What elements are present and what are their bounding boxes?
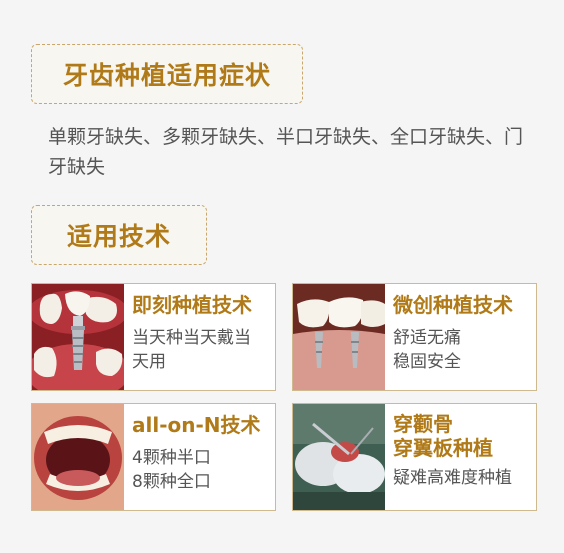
card-description: 舒适无痛 稳固安全 bbox=[393, 328, 461, 372]
card-title: 微创种植技术 bbox=[393, 293, 513, 317]
card-description: 4颗种半口 8颗种全口 bbox=[132, 448, 211, 492]
implant-model-image bbox=[32, 284, 124, 390]
technique-card-zygomatic[interactable]: 穿颧骨 穿翼板种植 疑难高难度种植 bbox=[292, 403, 537, 511]
technique-card-all-on-n[interactable]: all-on-N技术 4颗种半口 8颗种全口 bbox=[31, 403, 276, 511]
card-title: 即刻种植技术 bbox=[132, 293, 252, 317]
techniques-title: 适用技术 bbox=[31, 205, 207, 265]
technique-card-minimally-invasive[interactable]: 微创种植技术 舒适无痛 稳固安全 bbox=[292, 283, 537, 391]
card-description: 疑难高难度种植 bbox=[393, 468, 512, 488]
card-title: 穿颧骨 穿翼板种植 bbox=[393, 412, 493, 460]
symptoms-text: 单颗牙缺失、多颗牙缺失、半口牙缺失、全口牙缺失、门牙缺失 bbox=[48, 126, 524, 178]
open-mouth-image bbox=[32, 404, 124, 510]
implant-bridge-image bbox=[293, 284, 385, 390]
card-description: 当天种当天戴当 天用 bbox=[132, 328, 251, 372]
card-title: all-on-N技术 bbox=[132, 413, 261, 437]
technique-card-immediate[interactable]: 即刻种植技术 当天种当天戴当 天用 bbox=[31, 283, 276, 391]
surgery-image bbox=[293, 404, 385, 510]
symptoms-title: 牙齿种植适用症状 bbox=[31, 44, 303, 104]
